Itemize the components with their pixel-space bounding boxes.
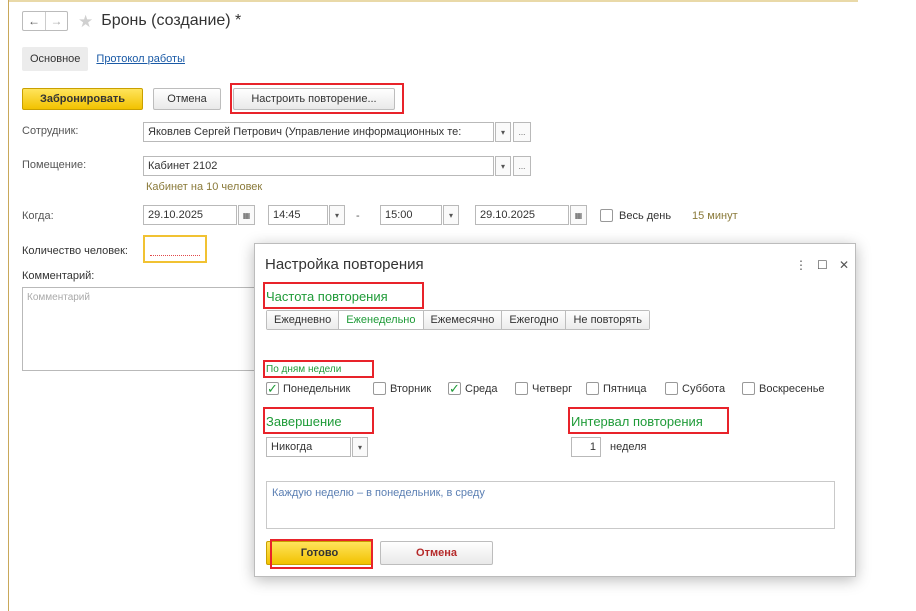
chevron-down-icon: ▾ — [357, 442, 362, 452]
weekday-label: Понедельник — [283, 382, 351, 395]
back-button[interactable]: ← — [23, 12, 45, 30]
form-tabs: Основное Протокол работы — [22, 46, 185, 72]
book-button[interactable]: Забронировать — [22, 88, 143, 110]
weekday-label: Четверг — [532, 382, 573, 395]
frequency-weekly[interactable]: Еженедельно — [338, 311, 423, 329]
room-more-button[interactable]: ... — [513, 156, 531, 176]
date-from-calendar-button[interactable]: ▦ — [238, 205, 255, 225]
employee-label: Сотрудник: — [22, 125, 79, 137]
time-from-dropdown-button[interactable]: ▾ — [329, 205, 345, 225]
chevron-down-icon: ▾ — [500, 127, 505, 137]
configure-repeat-button[interactable]: Настроить повторение... — [233, 88, 395, 110]
people-count-label: Количество человек: — [22, 245, 128, 257]
weekday-saturday[interactable]: Суббота — [665, 382, 725, 395]
weekday-tuesday[interactable]: Вторник — [373, 382, 431, 395]
dialog-title: Настройка повторения — [265, 256, 424, 273]
time-range-dash: - — [356, 210, 360, 222]
frequency-daily[interactable]: Ежедневно — [267, 311, 339, 329]
checkbox-empty-icon — [373, 382, 386, 395]
weekday-thursday[interactable]: Четверг — [515, 382, 572, 395]
duration-text: 15 минут — [692, 210, 738, 222]
chevron-down-icon: ▾ — [500, 161, 505, 171]
comment-label: Комментарий: — [22, 270, 95, 282]
people-count-field[interactable] — [143, 235, 207, 263]
weekday-label: Суббота — [682, 382, 726, 395]
time-from-field[interactable]: 14:45 — [268, 205, 328, 225]
favorite-star-icon[interactable]: ★ — [78, 13, 93, 30]
frame-left-border — [8, 0, 9, 611]
people-count-underline — [150, 255, 200, 256]
room-field[interactable]: Кабинет 2102 — [143, 156, 494, 176]
frame-top-border — [8, 0, 858, 2]
comment-textarea[interactable]: Комментарий — [22, 287, 262, 371]
no-repeat-option[interactable]: Не повторять — [565, 311, 649, 329]
comment-placeholder: Комментарий — [27, 292, 90, 303]
room-label: Помещение: — [22, 159, 87, 171]
tab-main[interactable]: Основное — [22, 47, 89, 71]
employee-dropdown-button[interactable]: ▾ — [495, 122, 511, 142]
checkbox-checked-icon: ✓ — [448, 381, 461, 396]
ending-heading: Завершение — [266, 414, 342, 429]
more-icon: ... — [518, 127, 526, 137]
date-from-field[interactable]: 29.10.2025 — [143, 205, 237, 225]
weekdays-heading: По дням недели — [266, 364, 342, 375]
frequency-selector: Ежедневно Еженедельно Ежемесячно Ежегодн… — [266, 310, 650, 330]
checkbox-empty-icon — [586, 382, 599, 395]
arrow-left-icon: ← — [28, 14, 40, 28]
calendar-icon: ▦ — [574, 210, 583, 220]
frequency-monthly[interactable]: Ежемесячно — [422, 311, 502, 329]
employee-more-button[interactable]: ... — [513, 122, 531, 142]
weekday-label: Пятница — [603, 382, 647, 395]
interval-unit: неделя — [610, 441, 647, 453]
weekday-monday[interactable]: ✓ Понедельник — [266, 382, 350, 395]
done-button[interactable]: Готово — [266, 541, 373, 565]
tab-log[interactable]: Протокол работы — [96, 53, 185, 65]
room-dropdown-button[interactable]: ▾ — [495, 156, 511, 176]
weekday-label: Среда — [465, 382, 498, 395]
dialog-maximize-icon[interactable]: ☐ — [817, 258, 828, 272]
ending-select[interactable]: Никогда — [266, 437, 351, 457]
interval-input[interactable]: 1 — [571, 437, 601, 457]
dialog-menu-icon[interactable]: ⋮ — [795, 258, 807, 272]
checkbox-checked-icon: ✓ — [266, 381, 279, 396]
weekday-label: Вторник — [390, 382, 432, 395]
all-day-label: Весь день — [619, 210, 672, 222]
weekday-sunday[interactable]: Воскресенье — [742, 382, 825, 395]
forward-button[interactable]: → — [45, 12, 67, 30]
checkbox-empty-icon — [515, 382, 528, 395]
when-label: Когда: — [22, 210, 54, 222]
repeat-summary: Каждую неделю – в понедельник, в среду — [266, 481, 835, 529]
time-to-dropdown-button[interactable]: ▾ — [443, 205, 459, 225]
all-day-checkbox[interactable] — [600, 209, 613, 222]
frequency-yearly[interactable]: Ежегодно — [501, 311, 566, 329]
repeat-settings-dialog: Настройка повторения ⋮ ☐ ✕ Частота повто… — [254, 243, 856, 577]
title-bar: ← → ★ Бронь (создание) * — [22, 10, 241, 32]
arrow-right-icon: → — [50, 14, 63, 28]
dialog-close-icon[interactable]: ✕ — [839, 258, 849, 272]
frequency-heading: Частота повторения — [266, 289, 388, 304]
interval-heading: Интервал повторения — [571, 414, 703, 429]
employee-field[interactable]: Яковлев Сергей Петрович (Управление инфо… — [143, 122, 494, 142]
weekday-label: Воскресенье — [759, 382, 825, 395]
time-to-field[interactable]: 15:00 — [380, 205, 442, 225]
nav-buttons: ← → — [22, 11, 68, 31]
dialog-cancel-button[interactable]: Отмена — [380, 541, 493, 565]
chevron-down-icon: ▾ — [448, 210, 453, 220]
ending-dropdown-button[interactable]: ▾ — [352, 437, 368, 457]
checkbox-empty-icon — [665, 382, 678, 395]
more-icon: ... — [518, 161, 526, 171]
room-capacity-hint: Кабинет на 10 человек — [146, 181, 263, 193]
page-title: Бронь (создание) * — [101, 12, 242, 29]
weekday-friday[interactable]: Пятница — [586, 382, 647, 395]
cancel-button[interactable]: Отмена — [153, 88, 221, 110]
chevron-down-icon: ▾ — [334, 210, 339, 220]
date-to-calendar-button[interactable]: ▦ — [570, 205, 587, 225]
checkbox-empty-icon — [742, 382, 755, 395]
calendar-icon: ▦ — [242, 210, 251, 220]
date-to-field[interactable]: 29.10.2025 — [475, 205, 569, 225]
weekday-wednesday[interactable]: ✓ Среда — [448, 382, 497, 395]
